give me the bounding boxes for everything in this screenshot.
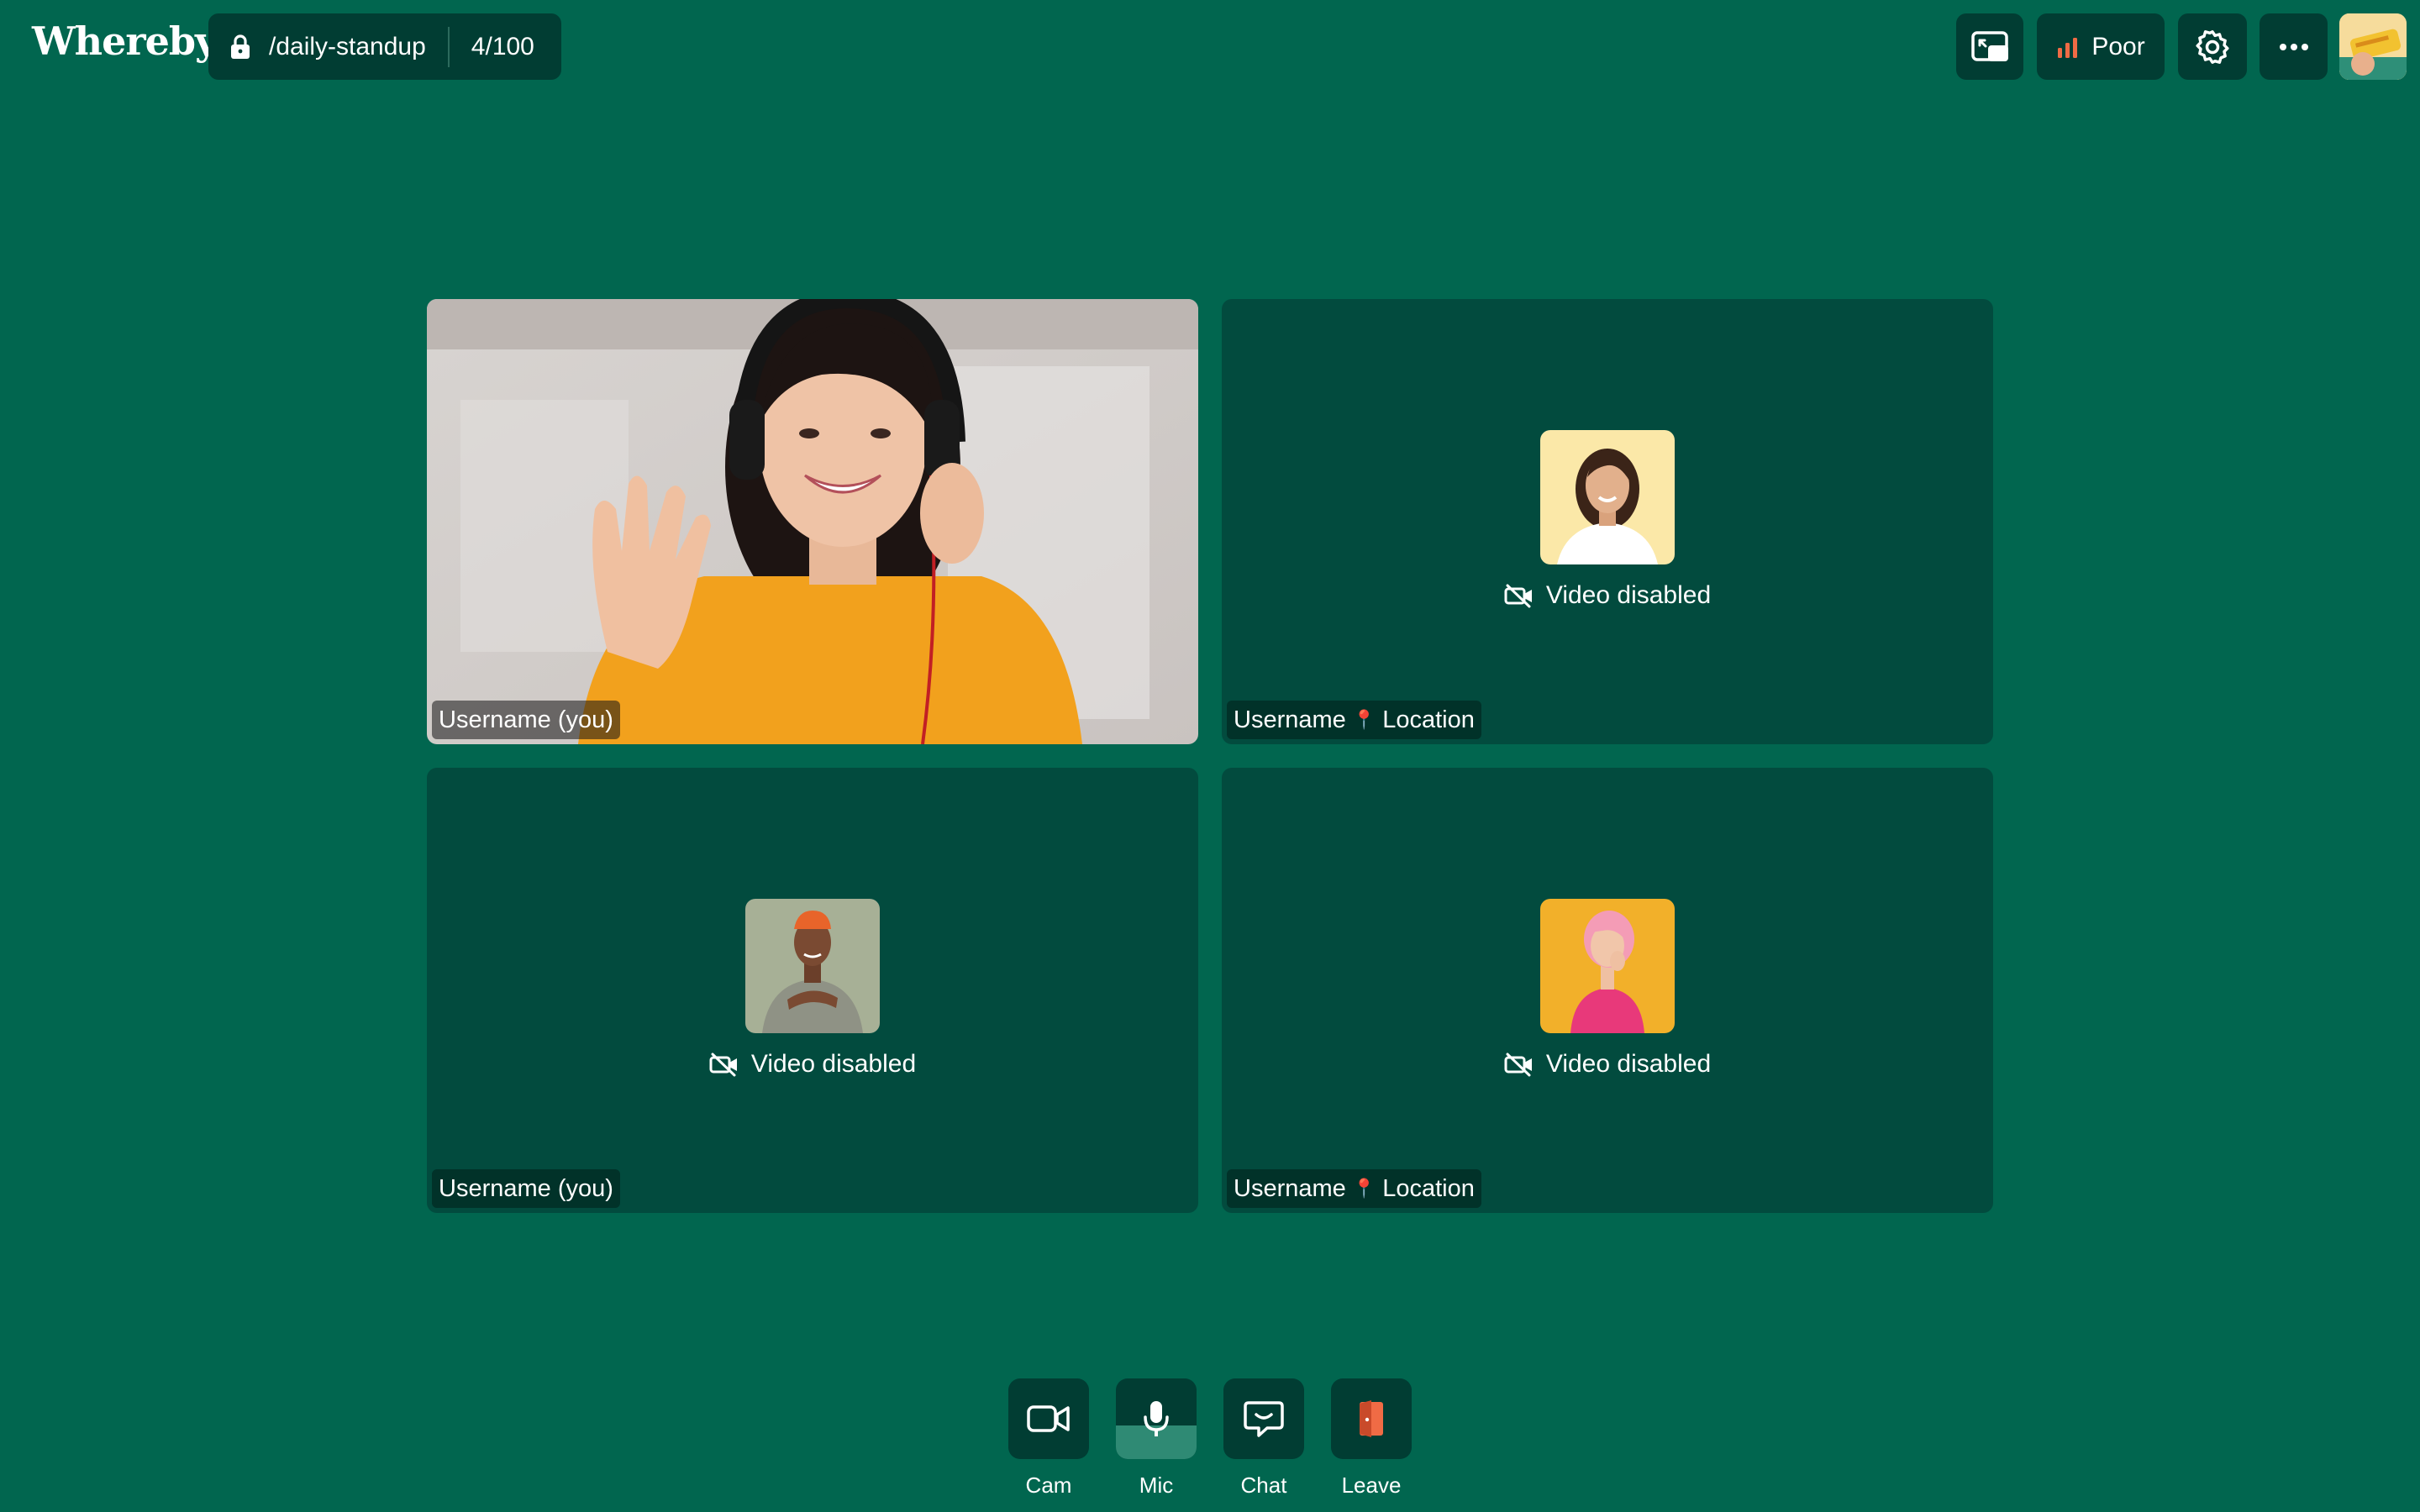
participant-avatar	[1540, 430, 1675, 564]
location-pin-icon: 📍	[1352, 1178, 1376, 1199]
participant-tile[interactable]: Video disabled Username 📍 Location	[1222, 299, 1993, 744]
video-disabled-icon	[709, 1053, 737, 1077]
video-disabled-label: Video disabled	[750, 1050, 917, 1078]
camera-toggle-button[interactable]: Cam	[1008, 1378, 1089, 1499]
door-exit-icon	[1360, 1400, 1383, 1437]
microphone-icon	[1144, 1401, 1169, 1436]
participant-location: Location	[1382, 1174, 1475, 1202]
participant-name-tag: Username 📍 Location	[1227, 701, 1481, 739]
connection-quality-label: Poor	[2091, 32, 2145, 60]
video-disabled-label: Video disabled	[1545, 1050, 1712, 1078]
settings-button[interactable]	[2178, 13, 2247, 80]
room-name: /daily-standup	[269, 32, 426, 60]
participant-name: Username (you)	[439, 706, 613, 733]
signal-bars-icon	[2058, 37, 2078, 58]
participant-name-tag: Username (you)	[432, 1169, 620, 1208]
leave-label: Leave	[1341, 1473, 1402, 1498]
participant-count: 4/100	[471, 32, 534, 60]
location-pin-icon: 📍	[1352, 709, 1376, 730]
participant-video	[427, 299, 1198, 744]
camera-label: Cam	[1025, 1473, 1072, 1498]
participant-name: Username (you)	[439, 1174, 613, 1202]
leave-button[interactable]: Leave	[1331, 1378, 1412, 1499]
whereby-logo: Whereby	[32, 18, 218, 64]
more-options-button[interactable]	[2260, 13, 2328, 80]
video-disabled-icon	[1504, 1053, 1532, 1077]
participant-tile-self-video[interactable]: Username (you)	[427, 299, 1198, 744]
picture-in-picture-icon	[1971, 30, 2008, 61]
microphone-label: Mic	[1139, 1473, 1174, 1498]
participant-avatar	[745, 899, 880, 1033]
room-info-pill[interactable]: /daily-standup 4/100	[208, 13, 561, 80]
chat-button[interactable]: Chat	[1223, 1378, 1304, 1499]
chat-icon	[1244, 1401, 1284, 1437]
ellipsis-icon	[2279, 43, 2308, 50]
participant-avatar	[1540, 899, 1675, 1033]
user-avatar[interactable]	[2339, 13, 2407, 80]
participant-tile[interactable]: Video disabled Username 📍 Location	[1222, 768, 1993, 1213]
microphone-toggle-button[interactable]: Mic	[1116, 1378, 1197, 1499]
connection-quality-button[interactable]: Poor	[2037, 13, 2165, 80]
divider	[447, 26, 450, 67]
camera-icon	[1027, 1405, 1070, 1432]
participant-name: Username	[1234, 1174, 1346, 1202]
participant-name: Username	[1234, 706, 1346, 733]
participant-tile[interactable]: Video disabled Username (you)	[427, 768, 1198, 1213]
picture-in-picture-button[interactable]	[1956, 13, 2023, 80]
gear-icon	[2196, 29, 2229, 64]
video-disabled-label: Video disabled	[1545, 581, 1712, 609]
chat-label: Chat	[1240, 1473, 1287, 1498]
participant-location: Location	[1382, 706, 1475, 733]
lock-icon	[231, 34, 250, 59]
video-disabled-icon	[1504, 584, 1532, 608]
participant-name-tag: Username 📍 Location	[1227, 1169, 1481, 1208]
participant-name-tag: Username (you)	[432, 701, 620, 739]
